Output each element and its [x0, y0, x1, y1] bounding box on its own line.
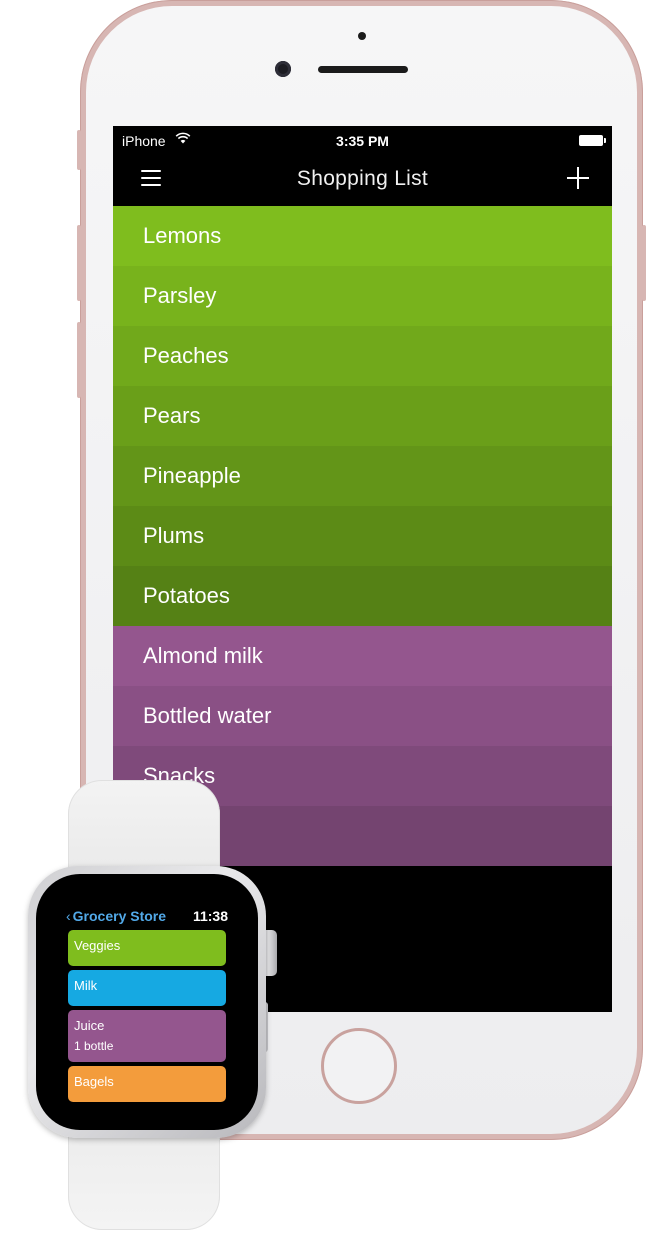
watch-item-label: Bagels	[74, 1074, 114, 1089]
list-item[interactable]: Almond milk	[113, 626, 612, 686]
volume-down-button	[77, 322, 81, 398]
plus-icon[interactable]	[566, 166, 590, 190]
device-mockup-stage: iPhone 3:35 PM Shopping List Lemons Parsl…	[0, 0, 650, 1250]
list-item[interactable]: Potatoes	[113, 566, 612, 626]
front-camera	[275, 61, 291, 77]
watch-back-label: Grocery Store	[72, 908, 167, 924]
watch-back-button[interactable]: ‹ Grocery Store	[66, 908, 166, 924]
watch-list: Veggies Milk Juice 1 bottle Bagels	[68, 930, 226, 1106]
watch-header: ‹ Grocery Store 11:38	[66, 908, 228, 926]
watch-item-sublabel: 1 bottle	[74, 1039, 114, 1053]
watch-item-label: Veggies	[74, 938, 121, 953]
navigation-bar: Shopping List	[113, 154, 612, 206]
status-bar: iPhone 3:35 PM	[113, 126, 612, 154]
battery-full-icon	[579, 135, 606, 146]
power-button	[642, 225, 646, 301]
watch-item-label: Milk	[74, 978, 98, 993]
status-time: 3:35 PM	[336, 133, 389, 149]
volume-up-button	[77, 225, 81, 301]
mute-switch	[77, 130, 81, 170]
list-item[interactable]: Lemons	[113, 206, 612, 266]
earpiece-speaker	[318, 66, 408, 73]
watch-screen: ‹ Grocery Store 11:38 Veggies Milk Juice 1 b…	[64, 902, 230, 1108]
list-item[interactable]: Peaches	[113, 326, 612, 386]
list-item[interactable]: Parsley	[113, 266, 612, 326]
list-item[interactable]: Plums	[113, 506, 612, 566]
home-button[interactable]	[321, 1028, 397, 1104]
proximity-sensor	[358, 32, 366, 40]
watch-list-item[interactable]: Milk	[68, 970, 226, 1006]
watch-list-item[interactable]: Juice 1 bottle	[68, 1010, 226, 1062]
watch-time: 11:38	[192, 908, 228, 924]
list-item[interactable]: Pears	[113, 386, 612, 446]
list-item[interactable]: Bottled water	[113, 686, 612, 746]
page-title: Shopping List	[296, 167, 429, 190]
watch-list-item[interactable]: Veggies	[68, 930, 226, 966]
watch-item-label: Juice	[74, 1018, 105, 1033]
list-item[interactable]: Pineapple	[113, 446, 612, 506]
shopping-list: Lemons Parsley Peaches Pears Pineapple Plums P…	[113, 206, 612, 866]
chevron-left-icon: ‹	[66, 908, 71, 924]
watch-list-item[interactable]: Bagels	[68, 1066, 226, 1102]
